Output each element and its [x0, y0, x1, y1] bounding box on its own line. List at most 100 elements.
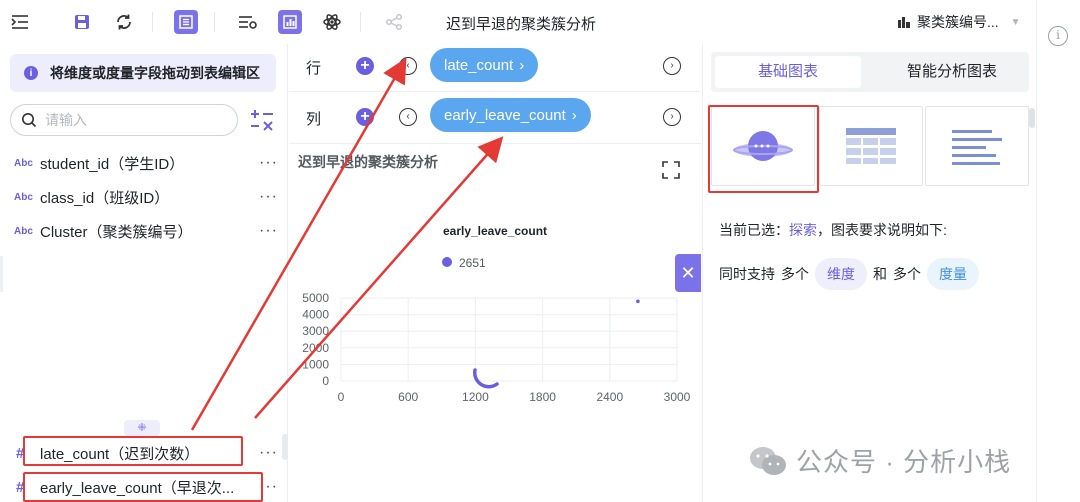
field-label: class_id（班级ID） — [40, 189, 170, 207]
loading-spinner — [472, 368, 499, 389]
x-tick-label: 0 — [338, 390, 345, 404]
x-tick-label: 3000 — [664, 390, 691, 404]
filter-settings-icon[interactable] — [236, 10, 260, 34]
dimension-tag: 维度 — [815, 258, 867, 290]
add-column-icon[interactable]: + — [356, 108, 374, 126]
wechat-icon — [750, 446, 786, 475]
field-panel: i 将维度或度量字段拖动到表编辑区 Abc student_id（学生ID） ·… — [0, 44, 288, 502]
atom-icon[interactable] — [320, 10, 344, 34]
x-tick-label: 2400 — [596, 390, 623, 404]
highlight-box — [23, 436, 243, 466]
multi-text: 多个 — [781, 266, 809, 282]
support-description: 同时支持 多个 维度 和 多个 度量 — [719, 258, 979, 290]
selection-description: 当前已选：探索，图表要求说明如下: — [719, 220, 947, 240]
save-icon[interactable] — [70, 10, 94, 34]
y-tick-label: 2000 — [302, 341, 329, 355]
watermark: 公众号 · 分析小栈 — [748, 442, 1011, 479]
refresh-icon[interactable] — [112, 10, 136, 34]
scrollbar[interactable] — [282, 434, 288, 460]
chart-type-table[interactable] — [819, 106, 923, 186]
drag-hint-text: 将维度或度量字段拖动到表编辑区 — [50, 65, 260, 81]
column-field-pill[interactable]: early_leave_count › — [430, 98, 591, 132]
text-type-icon: Abc — [14, 225, 33, 237]
x-tick-label: 1800 — [529, 390, 556, 404]
report-title: 迟到早退的聚类簇分析 — [446, 16, 597, 33]
highlight-box — [23, 472, 263, 502]
dataset-name: 聚类簇编号... — [917, 14, 999, 30]
info-strip: i — [1036, 0, 1080, 502]
info-icon[interactable]: i — [1048, 26, 1068, 46]
more-icon[interactable]: ··· — [259, 154, 278, 172]
chart-title: 迟到早退的聚类簇分析 — [298, 154, 438, 170]
chevron-right-icon[interactable]: › — [663, 108, 681, 126]
table-chart-icon — [846, 128, 896, 164]
table-view-icon[interactable] — [174, 10, 198, 34]
text-type-icon: Abc — [14, 191, 33, 203]
add-calculated-field-icon[interactable] — [248, 106, 276, 134]
row-field-pill[interactable]: late_count › — [430, 48, 539, 82]
chart-type-panel: 基础图表 智能分析图表 当前已选：探索，图表要求说明如下: 同时支持 多个 维度… — [702, 44, 1036, 502]
row-field-label: late_count — [444, 56, 514, 74]
y-tick-label: 0 — [322, 374, 329, 388]
multi-text: 多个 — [893, 266, 921, 282]
dataset-icon — [898, 17, 910, 28]
tab-smart-charts[interactable]: 智能分析图表 — [879, 56, 1025, 88]
chart-type-list[interactable] — [925, 106, 1029, 186]
column-label: 列 — [306, 111, 322, 128]
text-type-icon: Abc — [14, 157, 33, 169]
chart-editor: 行 + ‹ late_count › › 列 + ‹ early_leave_c… — [289, 44, 701, 502]
field-label: Cluster（聚类簇编号） — [40, 223, 193, 241]
and-text: 和 — [873, 266, 887, 282]
panel-edge — [0, 256, 3, 292]
outline-icon[interactable] — [8, 10, 32, 34]
toolbar: 迟到早退的聚类簇分析 聚类簇编号... ▼ — [0, 0, 1036, 44]
dimension-field[interactable]: Abc Cluster（聚类簇编号） ··· — [14, 220, 278, 242]
search-input[interactable] — [45, 112, 215, 128]
more-icon[interactable]: ··· — [259, 188, 278, 206]
data-point — [636, 299, 640, 304]
more-icon[interactable]: ··· — [259, 444, 278, 462]
search-icon — [22, 113, 37, 128]
drag-hint: i 将维度或度量字段拖动到表编辑区 — [10, 54, 276, 92]
chevron-left-icon[interactable]: ‹ — [399, 108, 417, 126]
add-row-icon[interactable]: + — [356, 57, 374, 75]
chart-view-icon[interactable] — [278, 10, 302, 34]
x-tick-label: 1200 — [462, 390, 489, 404]
legend-marker — [442, 257, 452, 267]
info-dot-icon: i — [24, 66, 38, 80]
list-chart-icon — [952, 130, 1002, 165]
measure-tag: 度量 — [927, 258, 979, 290]
share-icon[interactable] — [382, 10, 406, 34]
desc-prefix: 当前已选： — [719, 222, 789, 238]
legend-label: 2651 — [459, 256, 486, 270]
chevron-right-icon[interactable]: › — [663, 57, 681, 75]
explore-link[interactable]: 探索 — [789, 222, 817, 238]
close-panel-icon[interactable]: ✕ — [675, 254, 701, 292]
watermark-text: 公众号 · 分析小栈 — [796, 447, 1012, 477]
column-shelf: 列 + ‹ early_leave_count › › — [289, 92, 701, 144]
row-label: 行 — [306, 60, 322, 77]
chevron-down-icon: ▼ — [1010, 16, 1021, 28]
field-label: student_id（学生ID） — [40, 155, 185, 173]
chart-tabs: 基础图表 智能分析图表 — [711, 52, 1029, 92]
y-tick-label: 3000 — [302, 324, 329, 338]
dataset-select[interactable]: 聚类簇编号... ▼ — [897, 12, 1021, 32]
column-field-label: early_leave_count — [444, 106, 566, 124]
scatter-chart[interactable]: early_leave_count 2651 0 1000 2000 3000 4000 50… — [289, 172, 701, 502]
tab-basic-charts[interactable]: 基础图表 — [715, 56, 861, 88]
dimension-field[interactable]: Abc student_id（学生ID） ··· — [14, 152, 278, 174]
dimension-field[interactable]: Abc class_id（班级ID） ··· — [14, 186, 278, 208]
field-search[interactable] — [10, 104, 238, 136]
y-tick-label: 5000 — [302, 291, 329, 305]
chevron-right-icon: › — [519, 56, 525, 74]
more-icon[interactable]: ··· — [259, 222, 278, 240]
legend-title: early_leave_count — [443, 224, 547, 238]
chevron-left-icon[interactable]: ‹ — [399, 57, 417, 75]
scrollbar[interactable] — [1029, 108, 1035, 128]
x-tick-label: 600 — [398, 390, 418, 404]
resize-handle-icon[interactable]: ⁜ — [124, 420, 160, 436]
y-tick-label: 4000 — [302, 308, 329, 322]
support-text: 同时支持 — [719, 266, 775, 282]
y-tick-label: 1000 — [302, 357, 329, 371]
chevron-right-icon: › — [571, 106, 577, 124]
